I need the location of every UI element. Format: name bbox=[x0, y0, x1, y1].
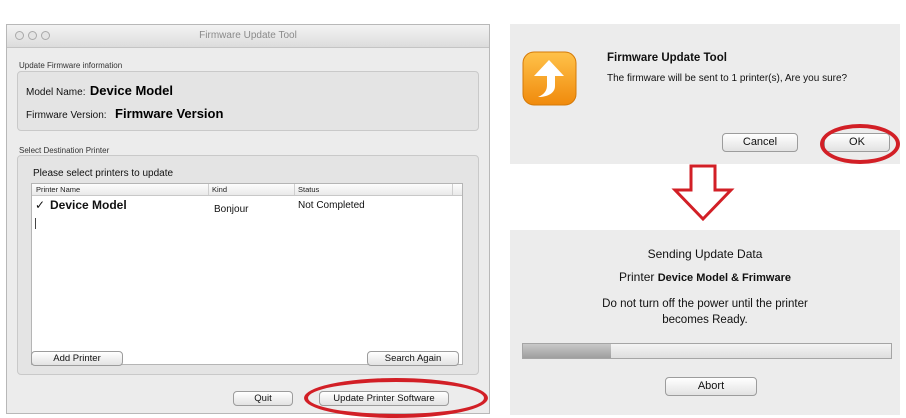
row-checkbox[interactable]: ✓ bbox=[35, 198, 45, 212]
window-titlebar[interactable]: Firmware Update Tool bbox=[7, 25, 489, 48]
search-again-button[interactable]: Search Again bbox=[367, 351, 459, 366]
column-header-printer-name[interactable]: Printer Name bbox=[36, 185, 80, 194]
row-status: Not Completed bbox=[298, 200, 365, 211]
row-printer-name: Device Model bbox=[50, 198, 127, 212]
firmware-version-value: Firmware Version bbox=[115, 106, 224, 121]
progress-bar-fill bbox=[523, 344, 612, 358]
model-name-label: Model Name: bbox=[26, 87, 86, 98]
printer-prefix: Printer bbox=[619, 270, 655, 284]
power-warning: Do not turn off the power until the prin… bbox=[602, 298, 808, 326]
firmware-update-window: Firmware Update Tool Update Firmware inf… bbox=[6, 24, 490, 414]
select-printers-prompt: Please select printers to update bbox=[33, 168, 174, 179]
firmware-info-group: Model Name: Device Model Firmware Versio… bbox=[17, 71, 479, 131]
firmware-version-label: Firmware Version: bbox=[26, 110, 107, 121]
cancel-button[interactable]: Cancel bbox=[722, 133, 798, 152]
quit-button[interactable]: Quit bbox=[233, 391, 293, 406]
add-printer-button[interactable]: Add Printer bbox=[31, 351, 123, 366]
model-name-value: Device Model bbox=[89, 83, 174, 98]
printer-value: Device Model & Frimware bbox=[657, 272, 791, 284]
sending-heading: Sending Update Data bbox=[647, 247, 763, 261]
sending-update-dialog: Sending Update Data Printer Device Model… bbox=[510, 230, 900, 415]
column-header-kind[interactable]: Kind bbox=[212, 185, 227, 194]
row-kind: Bonjour bbox=[214, 204, 249, 215]
down-arrow-icon bbox=[671, 164, 735, 227]
text-cursor bbox=[35, 218, 36, 229]
column-header-status[interactable]: Status bbox=[298, 185, 319, 194]
printer-table-header: Printer Name Kind Status bbox=[32, 184, 462, 196]
ok-button-highlight bbox=[820, 124, 900, 164]
firmware-version-row: Firmware Version: Firmware Version bbox=[26, 105, 223, 123]
abort-button[interactable]: Abort bbox=[665, 377, 757, 396]
destination-group-label: Select Destination Printer bbox=[19, 146, 110, 155]
dialog-message: The firmware will be sent to 1 printer(s… bbox=[607, 73, 848, 84]
up-arrow-app-icon bbox=[522, 51, 577, 106]
progress-bar bbox=[522, 343, 892, 359]
update-button-highlight bbox=[304, 378, 488, 418]
table-row[interactable]: ✓ Device Model Bonjour Not Completed bbox=[32, 196, 462, 218]
firmware-info-group-label: Update Firmware information bbox=[19, 61, 123, 70]
printer-line: Printer Device Model & Frimware bbox=[510, 270, 900, 284]
dialog-title: Firmware Update Tool bbox=[607, 52, 727, 64]
window-title: Firmware Update Tool bbox=[199, 30, 297, 41]
model-name-row: Model Name: Device Model bbox=[26, 82, 173, 100]
printer-table: Printer Name Kind Status ✓ Device Model … bbox=[31, 183, 463, 365]
